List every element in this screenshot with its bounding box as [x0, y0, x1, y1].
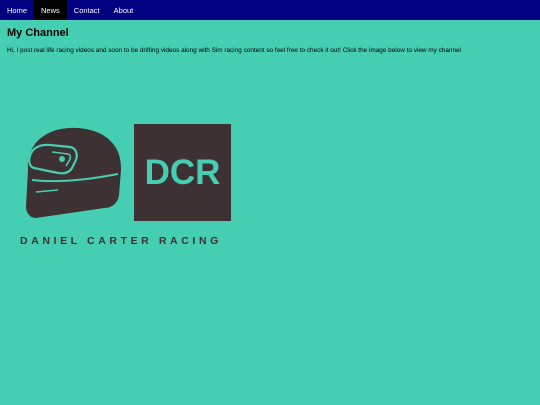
racing-helmet-icon — [26, 127, 122, 218]
nav-contact[interactable]: Contact — [67, 0, 107, 20]
monogram-text: DCR — [145, 153, 221, 192]
channel-logo-image: DCR DANIEL CARTER RACING — [20, 124, 231, 247]
wordmark-text: DANIEL CARTER RACING — [20, 235, 222, 247]
nav-home[interactable]: Home — [0, 0, 34, 20]
top-navbar: Home News Contact About — [0, 0, 540, 20]
channel-logo-link[interactable]: DCR DANIEL CARTER RACING — [6, 110, 246, 255]
intro-text: Hi, I post real life racing videos and s… — [7, 47, 461, 54]
nav-about[interactable]: About — [107, 0, 141, 20]
page-title: My Channel — [7, 27, 69, 39]
nav-news[interactable]: News — [34, 0, 67, 20]
